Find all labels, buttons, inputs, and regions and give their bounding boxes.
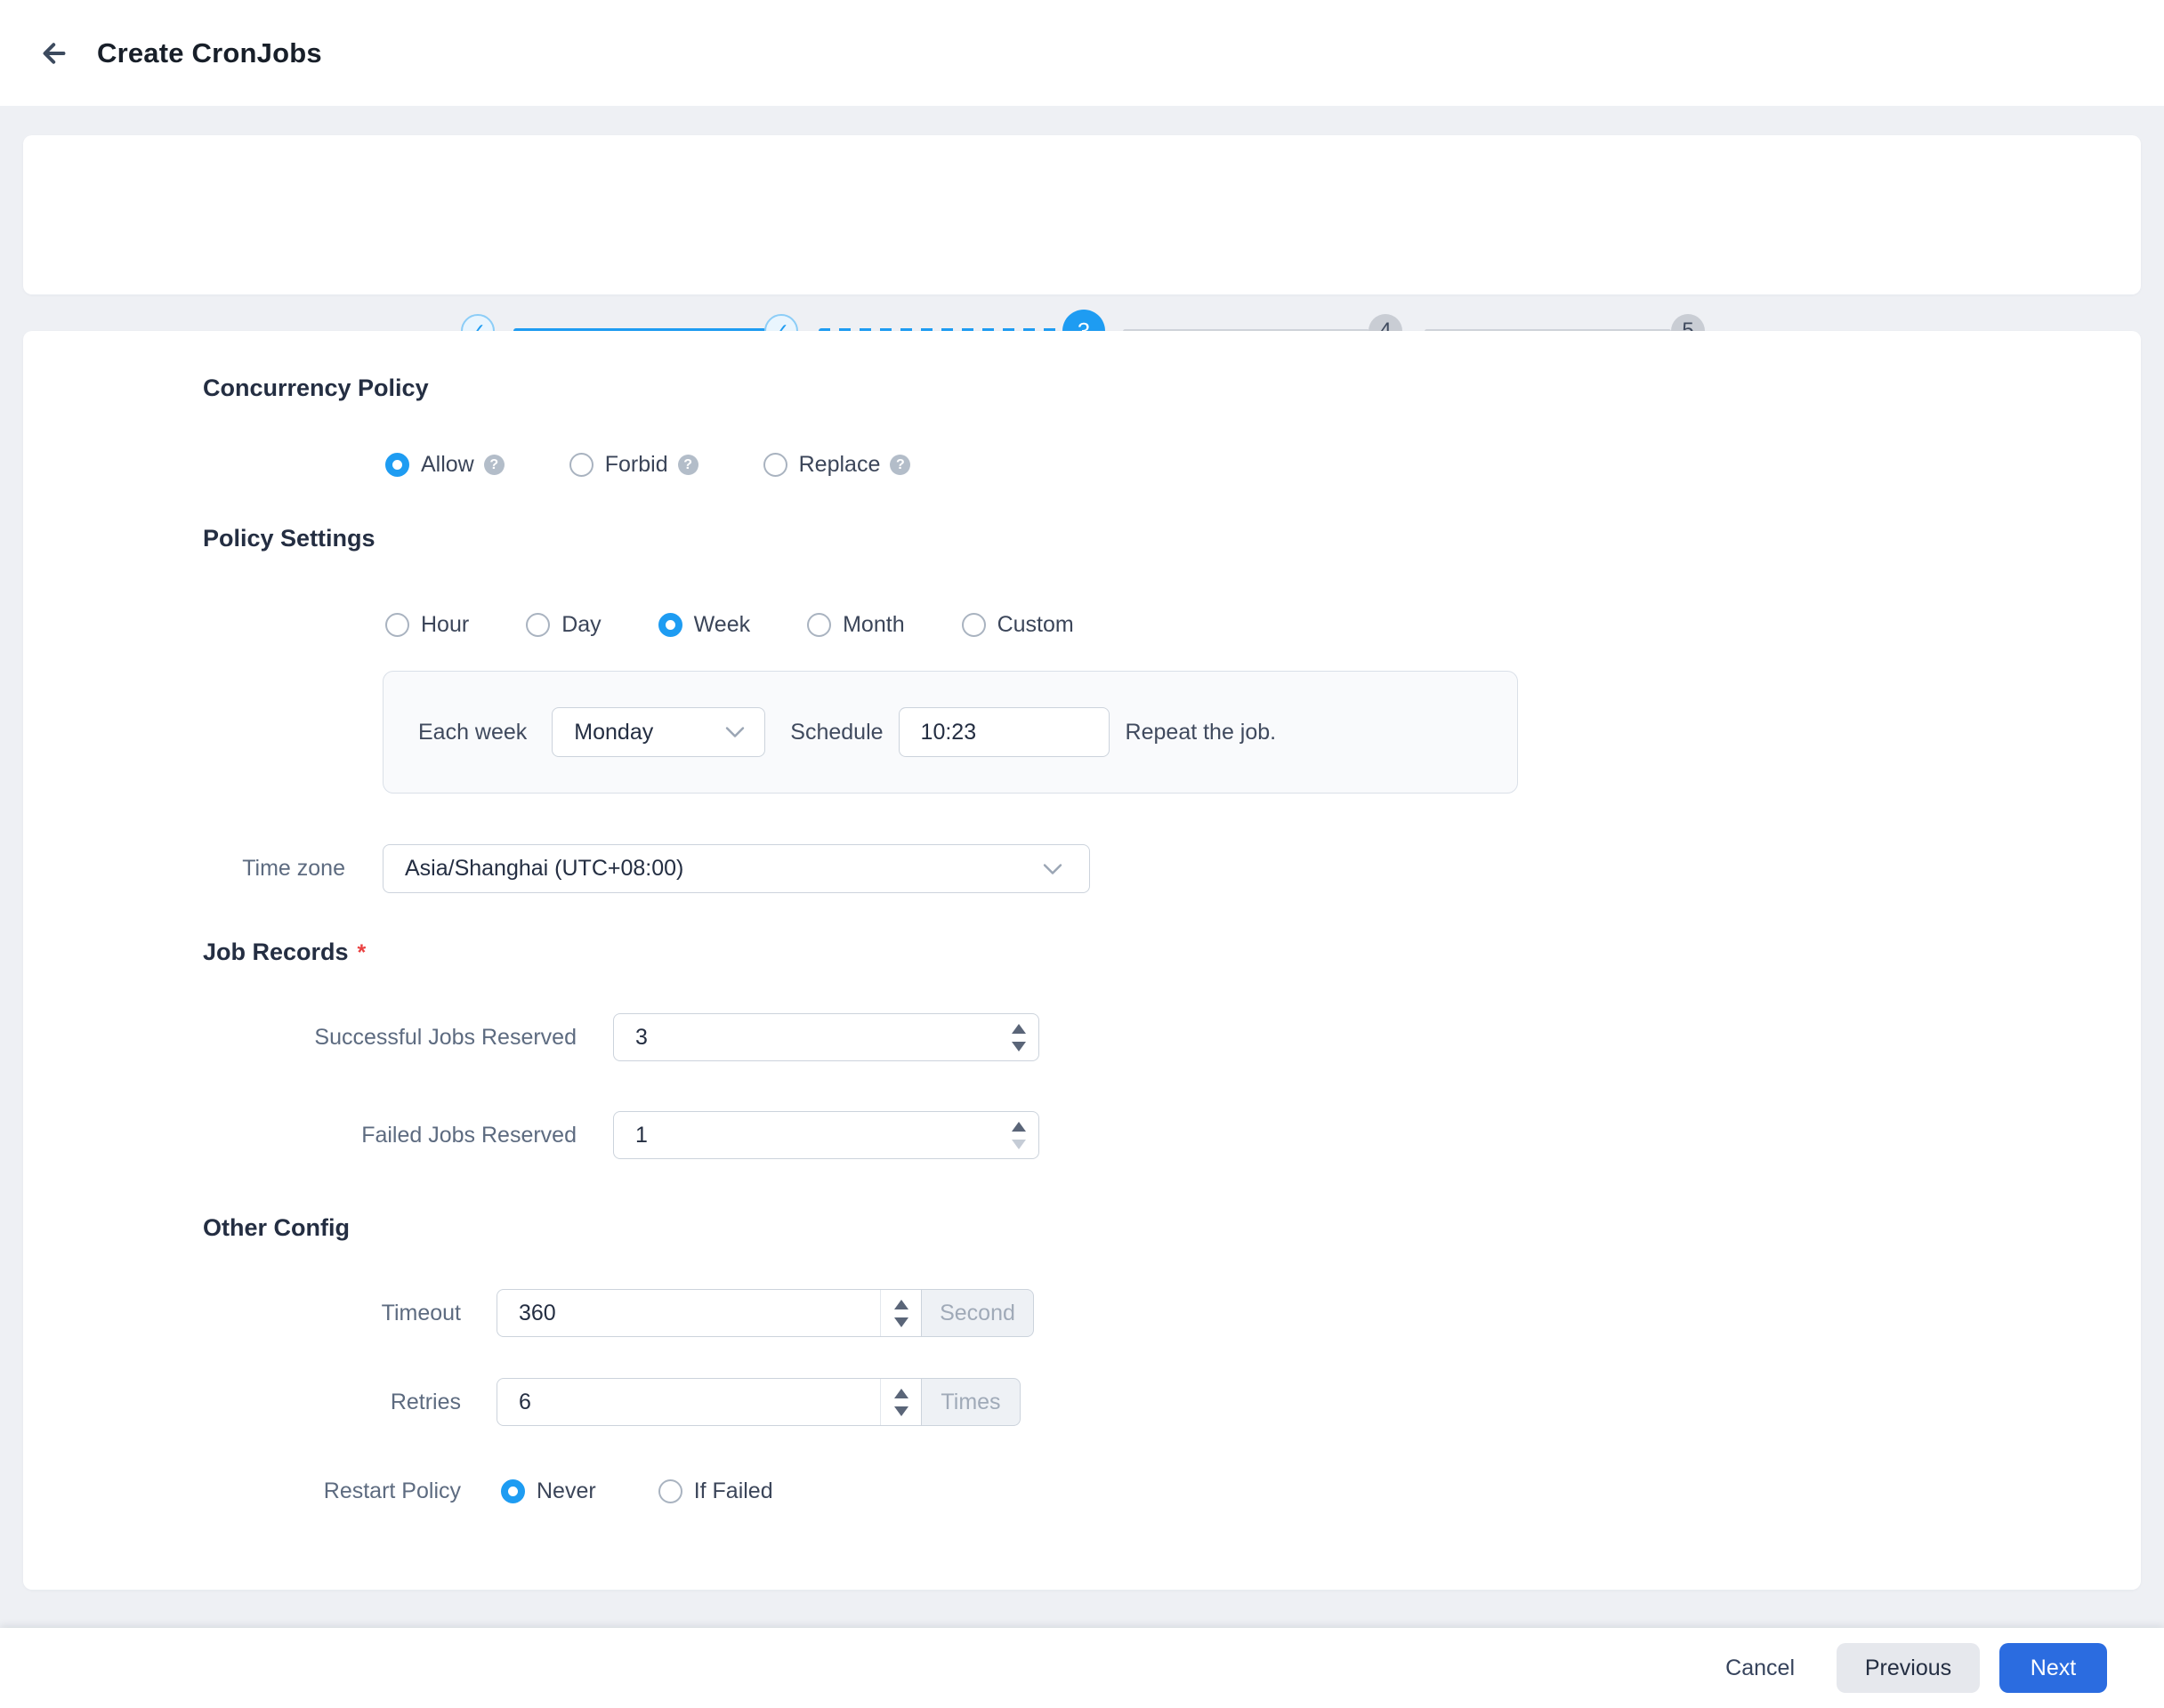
successful-jobs-label: Successful Jobs Reserved xyxy=(23,1025,577,1051)
spinner-down-icon[interactable] xyxy=(894,1317,908,1327)
failed-jobs-row: Failed Jobs Reserved xyxy=(23,1111,2141,1159)
back-button[interactable] xyxy=(36,36,72,71)
spinner-up-icon[interactable] xyxy=(1012,1122,1026,1132)
policy-radio-group: Hour Day Week Month Custom xyxy=(385,612,1074,638)
timezone-label: Time zone xyxy=(23,856,345,882)
help-icon[interactable]: ? xyxy=(890,455,910,475)
number-spinner xyxy=(880,1290,922,1336)
policy-settings-heading: Policy Settings xyxy=(203,523,375,553)
radio-option-hour[interactable]: Hour xyxy=(385,612,469,638)
timeout-input-wrap xyxy=(497,1289,922,1337)
previous-button[interactable]: Previous xyxy=(1837,1643,1980,1693)
job-records-heading: Job Records* xyxy=(203,937,366,968)
arrow-left-icon xyxy=(38,37,70,69)
radio-unselected-icon[interactable] xyxy=(385,613,409,637)
retries-row: Retries Times xyxy=(23,1378,2141,1426)
radio-option-replace[interactable]: Replace ? xyxy=(763,452,911,478)
radio-selected-icon[interactable] xyxy=(501,1479,525,1503)
weekday-select[interactable]: Monday xyxy=(552,707,765,757)
create-cronjobs-page: Create CronJobs ✓ Basic Information ✓ Co… xyxy=(0,0,2164,1708)
timeout-row: Timeout Second xyxy=(23,1289,2141,1337)
cronjob-settings-form: Concurrency Policy Allow ? Forbid ? Repl… xyxy=(23,331,2141,1590)
radio-unselected-icon[interactable] xyxy=(763,453,787,477)
next-button[interactable]: Next xyxy=(1999,1643,2107,1693)
help-icon[interactable]: ? xyxy=(678,455,698,475)
restart-policy-label: Restart Policy xyxy=(23,1478,461,1504)
restart-policy-row: Restart Policy Never If Failed xyxy=(23,1467,2141,1515)
each-week-label: Each week xyxy=(418,720,527,745)
stepper-card: ✓ Basic Information ✓ Container Settings… xyxy=(23,135,2141,294)
chevron-down-icon xyxy=(1043,863,1062,874)
timezone-row: Time zone Asia/Shanghai (UTC+08:00) xyxy=(23,844,2141,893)
retries-input-wrap xyxy=(497,1378,922,1426)
number-spinner xyxy=(880,1379,922,1425)
timeout-label: Timeout xyxy=(23,1301,461,1326)
spinner-up-icon[interactable] xyxy=(894,1389,908,1398)
timezone-select-value: Asia/Shanghai (UTC+08:00) xyxy=(384,856,683,882)
spinner-down-icon[interactable] xyxy=(1012,1140,1026,1149)
spinner-up-icon[interactable] xyxy=(1012,1024,1026,1034)
radio-option-allow[interactable]: Allow ? xyxy=(385,452,505,478)
failed-jobs-input-wrap xyxy=(613,1111,1039,1159)
concurrency-radio-group: Allow ? Forbid ? Replace ? xyxy=(385,452,910,478)
help-icon[interactable]: ? xyxy=(484,455,505,475)
spinner-down-icon[interactable] xyxy=(894,1406,908,1416)
radio-unselected-icon[interactable] xyxy=(526,613,550,637)
failed-jobs-label: Failed Jobs Reserved xyxy=(23,1123,577,1148)
footer-bar: Cancel Previous Next xyxy=(0,1628,2164,1708)
week-schedule-panel: Each week Monday Schedule Repeat the job… xyxy=(383,671,1518,794)
radio-unselected-icon[interactable] xyxy=(569,453,593,477)
number-spinner xyxy=(998,1014,1039,1060)
repeat-note: Repeat the job. xyxy=(1126,720,1277,745)
weekday-select-value: Monday xyxy=(553,720,653,745)
radio-unselected-icon[interactable] xyxy=(658,1479,682,1503)
restart-policy-radio-group: Never If Failed xyxy=(501,1478,773,1504)
schedule-label: Schedule xyxy=(790,720,883,745)
required-asterisk: * xyxy=(358,940,367,965)
other-config-heading: Other Config xyxy=(203,1213,350,1243)
schedule-time-input[interactable] xyxy=(899,707,1110,757)
successful-jobs-input-wrap xyxy=(613,1013,1039,1061)
radio-selected-icon[interactable] xyxy=(385,453,409,477)
spinner-down-icon[interactable] xyxy=(1012,1042,1026,1051)
retries-input[interactable] xyxy=(497,1378,922,1426)
radio-option-custom[interactable]: Custom xyxy=(962,612,1074,638)
radio-option-month[interactable]: Month xyxy=(807,612,904,638)
spinner-up-icon[interactable] xyxy=(894,1300,908,1309)
successful-jobs-input[interactable] xyxy=(613,1013,1039,1061)
failed-jobs-input[interactable] xyxy=(613,1111,1039,1159)
number-spinner xyxy=(998,1112,1039,1158)
radio-option-if-failed[interactable]: If Failed xyxy=(658,1478,773,1504)
top-bar: Create CronJobs xyxy=(0,0,2164,106)
chevron-down-icon xyxy=(725,727,745,738)
retries-label: Retries xyxy=(23,1390,461,1415)
radio-option-week[interactable]: Week xyxy=(658,612,750,638)
timezone-select[interactable]: Asia/Shanghai (UTC+08:00) xyxy=(383,844,1090,893)
successful-jobs-row: Successful Jobs Reserved xyxy=(23,1013,2141,1061)
retries-unit-addon: Times xyxy=(921,1378,1021,1426)
radio-option-never[interactable]: Never xyxy=(501,1478,596,1504)
radio-selected-icon[interactable] xyxy=(658,613,682,637)
radio-unselected-icon[interactable] xyxy=(962,613,986,637)
concurrency-policy-heading: Concurrency Policy xyxy=(203,373,429,403)
timeout-input[interactable] xyxy=(497,1289,922,1337)
page-title: Create CronJobs xyxy=(97,37,322,69)
radio-option-day[interactable]: Day xyxy=(526,612,601,638)
radio-option-forbid[interactable]: Forbid ? xyxy=(569,452,698,478)
radio-unselected-icon[interactable] xyxy=(807,613,831,637)
timeout-unit-addon: Second xyxy=(921,1289,1034,1337)
cancel-button[interactable]: Cancel xyxy=(1725,1656,1795,1681)
